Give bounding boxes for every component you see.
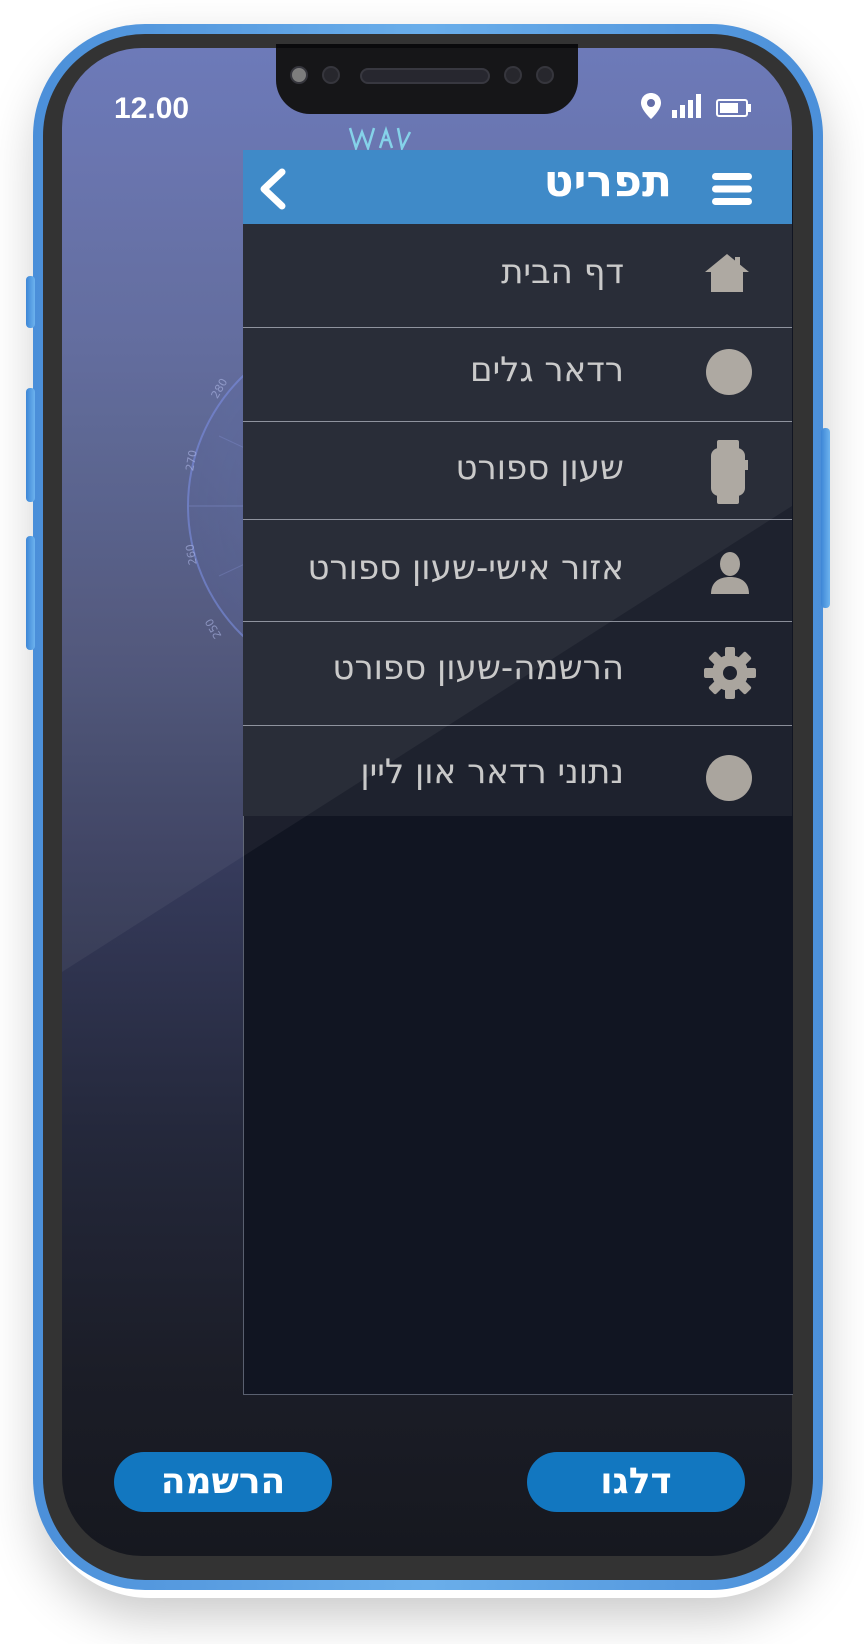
menu-item-label: אזור אישי-שעון ספורט xyxy=(307,548,624,588)
menu-item-label: שעון ספורט xyxy=(455,448,624,488)
power-button xyxy=(821,428,830,608)
mute-switch xyxy=(26,276,35,328)
menu-item-sport-watch[interactable]: שעון ספורט xyxy=(243,422,792,520)
skip-button[interactable]: דלגו xyxy=(527,1452,745,1512)
hamburger-button[interactable] xyxy=(710,170,754,208)
user-icon xyxy=(709,550,751,598)
battery-icon xyxy=(716,99,752,121)
watch-icon xyxy=(709,440,749,508)
register-button[interactable]: הרשמה xyxy=(114,1452,332,1512)
earpiece-speaker xyxy=(360,68,490,84)
circle-icon xyxy=(705,348,753,400)
hamburger-icon xyxy=(712,173,752,205)
location-icon xyxy=(640,92,662,124)
menu-item-online-radar-data[interactable]: נתוני רדאר און ליין xyxy=(243,726,792,816)
menu-item-registration[interactable]: הרשמה-שעון ספורט xyxy=(243,622,792,726)
menu-item-label: דף הבית xyxy=(501,252,624,292)
status-time: 12.00 xyxy=(114,92,190,125)
menu-item-wave-radar[interactable]: רדאר גלים xyxy=(243,328,792,422)
menu-item-home[interactable]: דף הבית xyxy=(243,224,792,328)
front-camera xyxy=(290,66,308,84)
menu-item-label: נתוני רדאר און ליין xyxy=(360,752,624,792)
drawer-title: תפריט xyxy=(543,156,672,207)
volume-down-button xyxy=(26,536,35,650)
menu-item-label: הרשמה-שעון ספורט xyxy=(332,648,624,688)
volume-up-button xyxy=(26,388,35,502)
circle-icon xyxy=(705,754,753,806)
notch xyxy=(276,44,578,114)
sensor xyxy=(536,66,554,84)
sensor xyxy=(504,66,522,84)
signal-icon xyxy=(672,94,704,122)
back-button[interactable] xyxy=(254,167,294,211)
menu-item-label: רדאר גלים xyxy=(470,350,624,390)
gear-icon xyxy=(703,646,757,704)
sensor xyxy=(322,66,340,84)
home-icon xyxy=(703,252,751,298)
chevron-left-icon xyxy=(260,168,286,210)
menu-item-personal-area[interactable]: אזור אישי-שעון ספורט xyxy=(243,520,792,622)
